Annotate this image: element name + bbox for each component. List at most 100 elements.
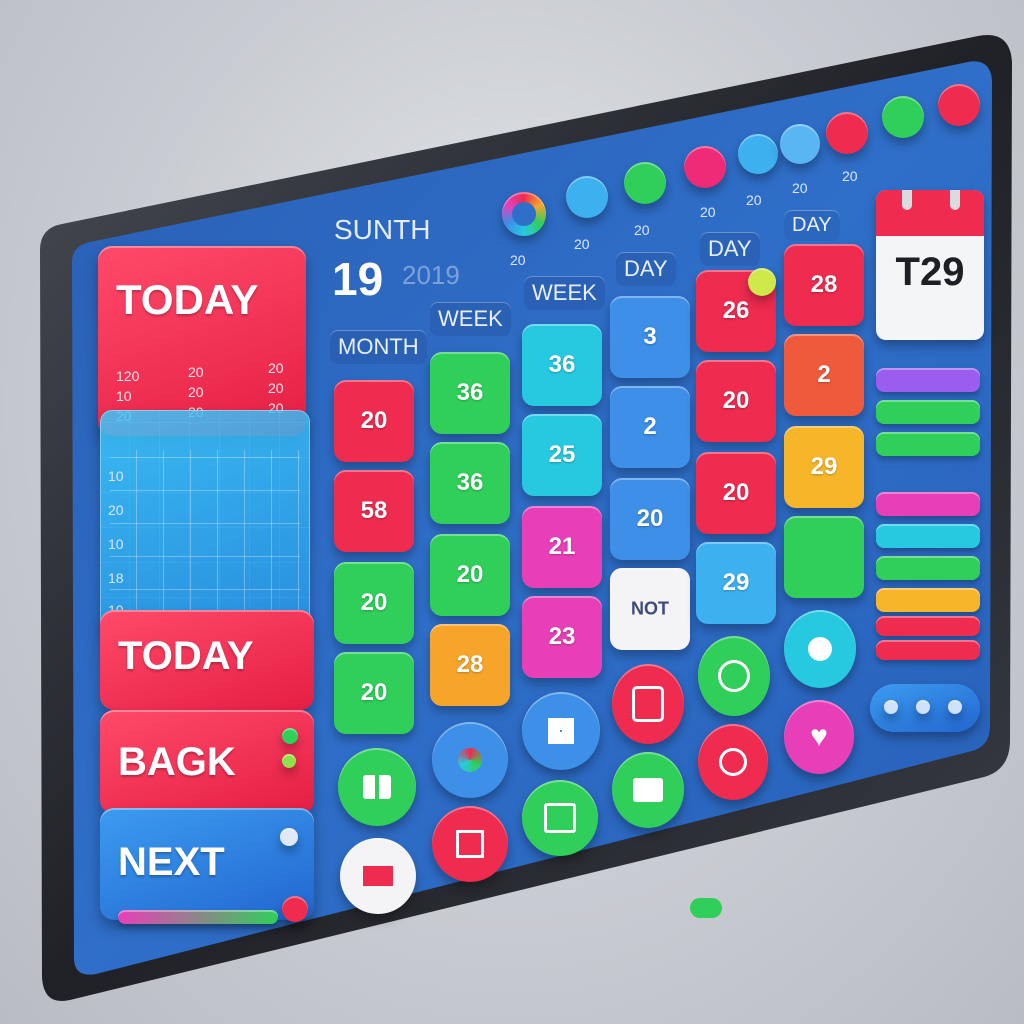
date-tile[interactable]: 2: [610, 386, 690, 468]
calendar-badge-icon[interactable]: T29: [876, 190, 984, 340]
date-tile-number: 25: [548, 441, 576, 468]
blue-dot-button[interactable]: [566, 176, 608, 218]
date-tile[interactable]: 21: [522, 506, 602, 588]
green-book-icon[interactable]: [612, 752, 684, 828]
date-tile-number: 20: [360, 589, 388, 616]
today-card[interactable]: TODAY 120 20 20 10 20 20 20 20 20: [98, 246, 306, 436]
date-tile[interactable]: 29: [696, 542, 776, 624]
color-wheel-icon[interactable]: [502, 192, 546, 236]
date-tile[interactable]: 2: [784, 334, 864, 416]
tab-day[interactable]: DAY: [616, 252, 676, 286]
event-bar-green-3[interactable]: [876, 556, 980, 580]
top-label-4: 20: [700, 204, 716, 220]
date-tile[interactable]: 20: [610, 478, 690, 560]
date-tile[interactable]: 20: [696, 452, 776, 534]
red-book-icon[interactable]: [612, 664, 684, 744]
today-line-2-right: 20: [268, 380, 284, 396]
red-target-icon[interactable]: [698, 724, 768, 800]
month-label: SUNTH: [334, 214, 431, 245]
tab-day-third[interactable]: DAY: [784, 210, 840, 241]
date-tile[interactable]: 25: [522, 414, 602, 496]
slider-knob[interactable]: [282, 896, 308, 922]
date-tile-number: 20: [360, 679, 388, 706]
event-bar-green-1[interactable]: [876, 400, 980, 424]
mini-row-3: 10: [108, 536, 124, 552]
date-tile[interactable]: 20: [696, 360, 776, 442]
date-tile[interactable]: 28: [784, 244, 864, 326]
next-button[interactable]: NEXT: [100, 808, 314, 920]
today-button[interactable]: TODAY: [100, 610, 314, 710]
date-tile[interactable]: 23: [522, 596, 602, 678]
red-dot-button[interactable]: [826, 112, 868, 154]
top-label-5: 20: [746, 192, 762, 208]
progress-slider[interactable]: [118, 910, 278, 924]
date-tile-number: 20: [722, 479, 750, 506]
tab-week-alt[interactable]: WEEK: [524, 276, 605, 310]
red-frame-icon[interactable]: [432, 806, 508, 882]
green-badge-icon[interactable]: [698, 636, 770, 716]
date-tile-number: 20: [360, 407, 388, 434]
tab-month[interactable]: MONTH: [330, 330, 427, 364]
date-tile[interactable]: 36: [430, 352, 510, 434]
top-label-1: 20: [510, 252, 526, 268]
pink-dot-button[interactable]: [684, 146, 726, 188]
date-tile[interactable]: NOT: [610, 568, 690, 650]
blue-color-icon[interactable]: [432, 722, 508, 798]
pill-dot-3-icon: [948, 700, 962, 714]
pill-dot-2-icon: [916, 700, 930, 714]
date-tile[interactable]: 36: [430, 442, 510, 524]
green-dot-button-2[interactable]: [882, 96, 924, 138]
date-tile[interactable]: 20: [334, 562, 414, 644]
windows-icon[interactable]: [522, 692, 600, 770]
mini-calendar[interactable]: 10 20 10 18 10: [100, 410, 310, 632]
date-tile[interactable]: 20: [334, 652, 414, 734]
date-tile[interactable]: 20: [334, 380, 414, 462]
date-tile-number: NOT: [631, 598, 669, 619]
cyan-chat-icon[interactable]: [784, 610, 856, 688]
top-label-6: 20: [792, 180, 808, 196]
date-tile-number: 23: [548, 623, 576, 650]
date-tile[interactable]: 28: [430, 624, 510, 706]
bottom-pill-control[interactable]: [870, 684, 980, 732]
calendar-badge-text: T29: [895, 250, 965, 294]
pink-heart-icon[interactable]: ♥: [784, 700, 854, 774]
today-button-label: TODAY: [118, 634, 254, 678]
today-line-1-left: 120: [116, 368, 140, 384]
green-dot-button[interactable]: [624, 162, 666, 204]
date-tile-number: 21: [548, 533, 576, 560]
today-card-label: TODAY: [116, 276, 259, 323]
date-tile[interactable]: [784, 516, 864, 598]
event-bar-orange[interactable]: [876, 588, 980, 612]
green-image-icon[interactable]: [522, 780, 598, 856]
tab-day-alt[interactable]: DAY: [700, 232, 760, 266]
date-tile[interactable]: 3: [610, 296, 690, 378]
blue-dot-button-3[interactable]: [780, 124, 820, 164]
date-tile[interactable]: 58: [334, 470, 414, 552]
floor-green-dot: [690, 898, 722, 918]
mini-row-4: 18: [108, 570, 124, 586]
date-tile-number: 3: [643, 323, 657, 350]
mini-calendar-grid: [110, 450, 300, 622]
event-bar-purple[interactable]: [876, 368, 980, 392]
date-tile-number: 26: [722, 297, 750, 324]
date-tile-number: 2: [643, 413, 657, 440]
tab-week[interactable]: WEEK: [430, 302, 511, 336]
back-button[interactable]: BAGK: [100, 710, 314, 814]
blue-dot-button-2[interactable]: [738, 134, 778, 174]
white-red-square-icon[interactable]: [340, 838, 416, 914]
event-bar-cyan[interactable]: [876, 524, 980, 548]
event-bar-red-2[interactable]: [876, 640, 980, 660]
today-line-1-mid: 20: [188, 364, 204, 380]
date-tile[interactable]: 36: [522, 324, 602, 406]
big-date-number: 19: [332, 253, 384, 305]
date-tile-number: 36: [456, 469, 484, 496]
event-bar-magenta[interactable]: [876, 492, 980, 516]
date-tile[interactable]: 29: [784, 426, 864, 508]
green-grid-icon[interactable]: [338, 748, 416, 826]
event-bar-red-1[interactable]: [876, 616, 980, 636]
back-toggle-green-icon-2: [282, 754, 296, 768]
event-bar-green-2[interactable]: [876, 432, 980, 456]
date-tile[interactable]: 20: [430, 534, 510, 616]
back-toggle-green-icon: [282, 728, 298, 744]
red-dot-button-2[interactable]: [938, 84, 980, 126]
